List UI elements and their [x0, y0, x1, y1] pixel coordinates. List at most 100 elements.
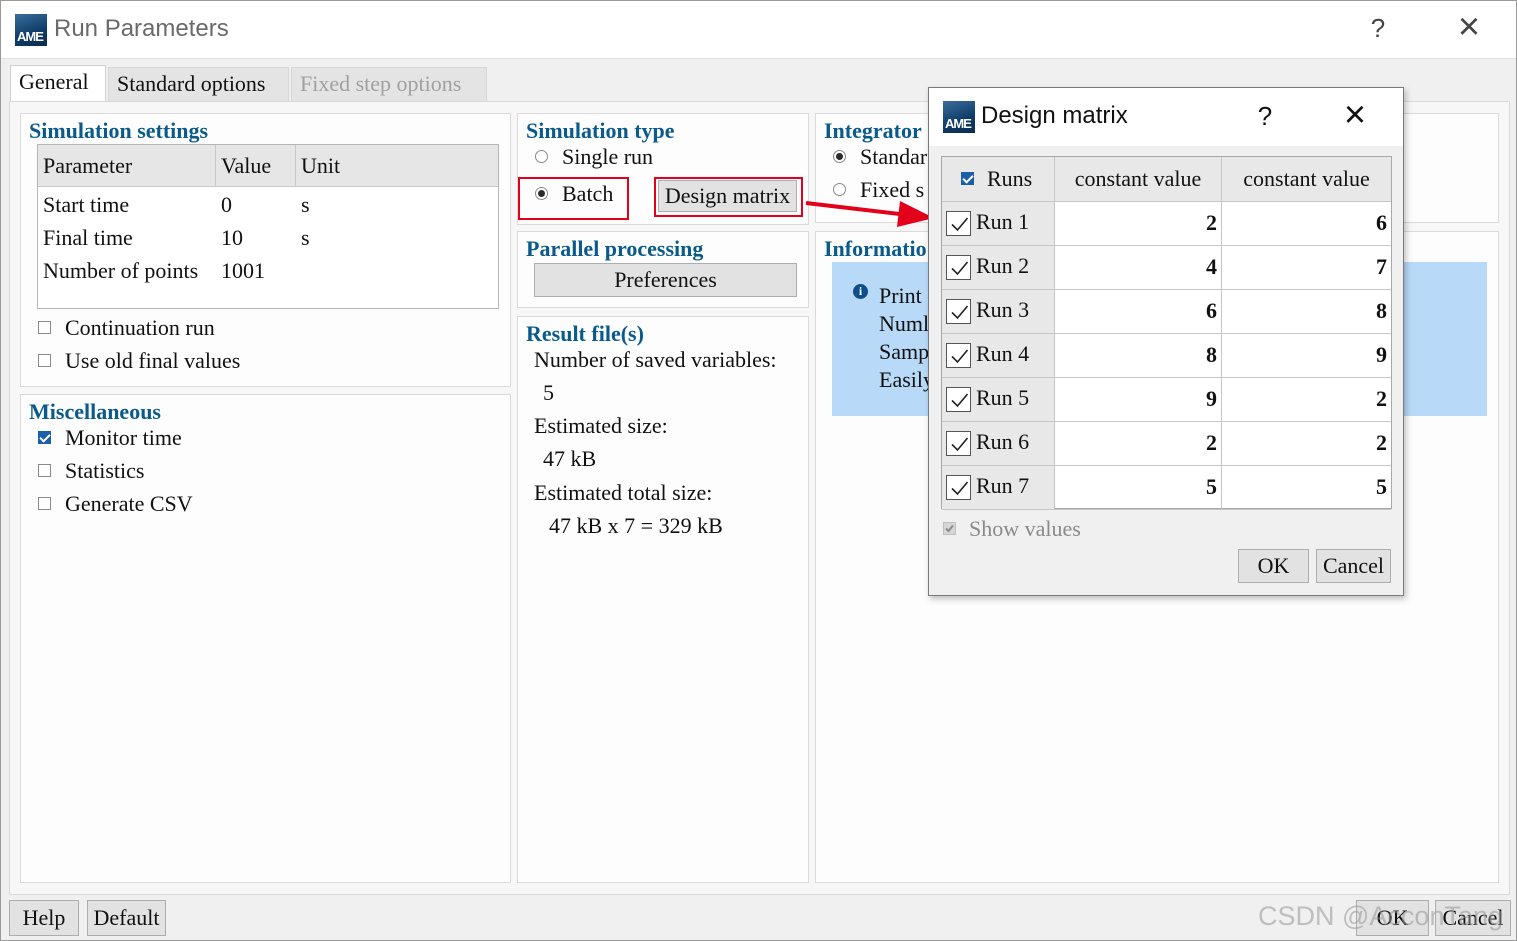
- estimated-total-size-value: 47 kB x 7 = 329 kB: [549, 513, 723, 538]
- preferences-button[interactable]: Preferences: [534, 263, 797, 297]
- design-matrix-dialog: AME Design matrix ? × Runs constant valu…: [928, 87, 1404, 596]
- run-checkbox[interactable]: [946, 255, 971, 280]
- checkmark-icon: [951, 305, 969, 320]
- design-matrix-help-icon[interactable]: ?: [1250, 101, 1280, 132]
- generate-csv-checkbox[interactable]: [38, 497, 51, 510]
- statistics-label: Statistics: [65, 458, 145, 483]
- checkmark-icon: [951, 217, 969, 232]
- matrix-cell-value-2[interactable]: 5: [1222, 466, 1391, 510]
- design-matrix-close-icon[interactable]: ×: [1335, 95, 1375, 135]
- tab-standard-options[interactable]: Standard options: [108, 67, 289, 101]
- integrator-title: Integrator: [824, 118, 922, 143]
- run-checkbox[interactable]: [946, 431, 971, 456]
- param-start-time-value[interactable]: 0: [221, 192, 232, 218]
- run-checkbox[interactable]: [946, 299, 971, 324]
- matrix-cell-value-2[interactable]: 8: [1222, 290, 1391, 334]
- checkmark-icon: [951, 481, 969, 496]
- column-header-constant-value-1: constant value: [1055, 157, 1222, 202]
- run-label: Run 6: [976, 429, 1030, 454]
- app-logo: AME: [15, 14, 47, 46]
- design-matrix-logo-text: AME: [945, 116, 972, 131]
- design-matrix-table: Runs constant value constant value Run 1…: [941, 156, 1392, 510]
- monitor-time-checkbox[interactable]: [38, 431, 51, 444]
- app-logo-text: AME: [17, 29, 44, 44]
- design-matrix-highlight-box: [654, 177, 803, 217]
- information-line-3: Samp: [879, 339, 930, 364]
- default-button[interactable]: Default: [87, 900, 166, 936]
- red-arrow-annotation: [805, 201, 934, 227]
- matrix-cell-value-1[interactable]: 2: [1055, 422, 1222, 466]
- run-row-header[interactable]: Run 2: [942, 246, 1055, 290]
- simulation-settings-title: Simulation settings: [29, 118, 209, 143]
- tab-general[interactable]: General: [10, 65, 106, 103]
- param-final-time-value[interactable]: 10: [221, 225, 243, 251]
- run-label: Run 3: [976, 297, 1030, 322]
- matrix-cell-value-1[interactable]: 4: [1055, 246, 1222, 290]
- statistics-checkbox[interactable]: [38, 464, 51, 477]
- simulation-type-title: Simulation type: [526, 118, 675, 143]
- use-old-final-values-checkbox[interactable]: [38, 354, 51, 367]
- watermark-text: CSDN @AcconTang: [1258, 901, 1504, 931]
- single-run-radio[interactable]: [535, 150, 548, 163]
- runs-select-all-checkbox[interactable]: [961, 172, 974, 185]
- param-number-of-points-name: Number of points: [43, 258, 199, 283]
- run-row-header[interactable]: Run 4: [942, 334, 1055, 378]
- matrix-cell-value-2[interactable]: 6: [1222, 202, 1391, 246]
- param-start-time-unit: s: [301, 192, 310, 217]
- run-label: Run 7: [976, 473, 1030, 498]
- window-title: Run Parameters: [54, 15, 229, 42]
- title-bar: AME Run Parameters ? ×: [1, 1, 1516, 59]
- run-row-header[interactable]: Run 7: [942, 466, 1055, 510]
- help-button[interactable]: Help: [9, 900, 79, 936]
- show-values-check-icon: [945, 524, 954, 533]
- matrix-cell-value-2[interactable]: 7: [1222, 246, 1391, 290]
- info-icon: i: [853, 284, 868, 299]
- design-matrix-cancel-button[interactable]: Cancel: [1316, 549, 1391, 583]
- run-label: Run 2: [976, 253, 1030, 278]
- column-header-constant-value-2: constant value: [1222, 157, 1391, 202]
- run-row-header[interactable]: Run 5: [942, 378, 1055, 422]
- use-old-final-values-label: Use old final values: [65, 348, 241, 373]
- run-checkbox[interactable]: [946, 343, 971, 368]
- design-matrix-ok-button[interactable]: OK: [1238, 549, 1309, 583]
- generate-csv-label: Generate CSV: [65, 491, 193, 516]
- run-checkbox[interactable]: [946, 387, 971, 412]
- show-values-checkbox: [943, 522, 956, 535]
- continuation-run-checkbox[interactable]: [38, 321, 51, 334]
- matrix-cell-value-1[interactable]: 5: [1055, 466, 1222, 510]
- estimated-size-value: 47 kB: [543, 446, 597, 471]
- matrix-cell-value-2[interactable]: 2: [1222, 422, 1391, 466]
- param-start-time-name: Start time: [43, 192, 130, 217]
- run-row-header[interactable]: Run 1: [942, 202, 1055, 246]
- run-label: Run 5: [976, 385, 1030, 410]
- parameter-table: Parameter Value Unit Start time 0 s Fina…: [37, 144, 499, 309]
- run-row-header[interactable]: Run 6: [942, 422, 1055, 466]
- close-icon[interactable]: ×: [1449, 7, 1489, 47]
- matrix-cell-value-1[interactable]: 8: [1055, 334, 1222, 378]
- design-matrix-title-bar: AME Design matrix ? ×: [929, 88, 1403, 146]
- estimated-total-size-label: Estimated total size:: [534, 480, 713, 505]
- parallel-processing-title: Parallel processing: [526, 236, 704, 261]
- continuation-run-label: Continuation run: [65, 315, 215, 340]
- run-checkbox[interactable]: [946, 211, 971, 236]
- matrix-cell-value-1[interactable]: 2: [1055, 202, 1222, 246]
- information-line-1: Print: [879, 283, 922, 308]
- information-line-4: Easily: [879, 367, 934, 392]
- checkmark-icon: [951, 393, 969, 408]
- tab-fixed-step-options[interactable]: Fixed step options: [291, 67, 487, 101]
- param-number-of-points-value[interactable]: 1001: [221, 258, 265, 284]
- matrix-cell-value-1[interactable]: 9: [1055, 378, 1222, 422]
- integrator-standard-radio[interactable]: [833, 150, 846, 163]
- result-files-group: [517, 316, 809, 883]
- run-label: Run 1: [976, 209, 1030, 234]
- run-checkbox[interactable]: [946, 475, 971, 500]
- matrix-cell-value-2[interactable]: 9: [1222, 334, 1391, 378]
- checkmark-icon: [951, 261, 969, 276]
- param-final-time-name: Final time: [43, 225, 133, 250]
- run-row-header[interactable]: Run 3: [942, 290, 1055, 334]
- matrix-cell-value-1[interactable]: 6: [1055, 290, 1222, 334]
- help-icon[interactable]: ?: [1363, 13, 1393, 44]
- column-header-parameter: Parameter: [38, 145, 216, 187]
- design-matrix-title: Design matrix: [981, 102, 1128, 129]
- matrix-cell-value-2[interactable]: 2: [1222, 378, 1391, 422]
